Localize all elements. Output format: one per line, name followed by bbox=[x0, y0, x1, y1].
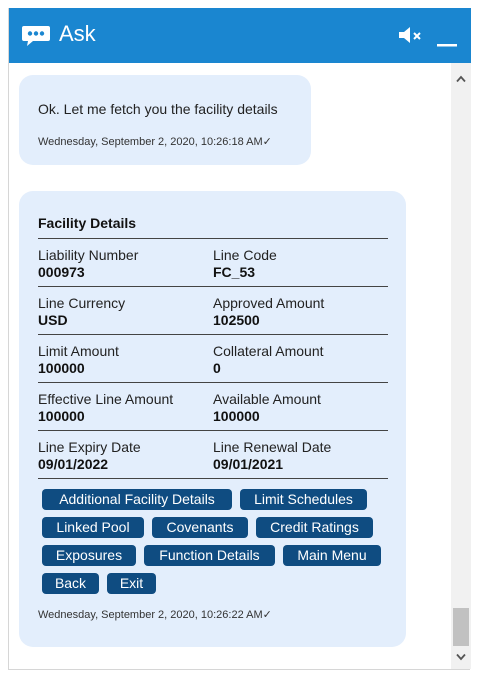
covenants-button[interactable]: Covenants bbox=[152, 517, 248, 538]
available-amount-label: Available Amount bbox=[213, 391, 321, 407]
message-timestamp: Wednesday, September 2, 2020, 10:26:18 A… bbox=[38, 136, 272, 148]
scrollbar-thumb[interactable] bbox=[453, 608, 469, 646]
divider bbox=[38, 286, 388, 287]
divider bbox=[38, 334, 388, 335]
credit-ratings-button[interactable]: Credit Ratings bbox=[256, 517, 373, 538]
function-details-button[interactable]: Function Details bbox=[144, 545, 275, 566]
effective-line-amount-value: 100000 bbox=[38, 408, 85, 424]
message-timestamp: Wednesday, September 2, 2020, 10:26:22 A… bbox=[38, 609, 272, 621]
chat-messages-area[interactable]: Ok. Let me fetch you the facility detail… bbox=[9, 63, 471, 669]
approved-amount-value: 102500 bbox=[213, 312, 260, 328]
chat-header: Ask bbox=[9, 8, 471, 63]
main-menu-button[interactable]: Main Menu bbox=[283, 545, 381, 566]
minimize-icon[interactable] bbox=[436, 22, 458, 48]
vertical-scrollbar[interactable] bbox=[451, 63, 471, 669]
facility-details-card: Facility Details Liability Number 000973… bbox=[19, 191, 406, 647]
chat-bubble-icon bbox=[22, 26, 50, 46]
divider bbox=[38, 382, 388, 383]
exit-button[interactable]: Exit bbox=[107, 573, 156, 594]
limit-schedules-button[interactable]: Limit Schedules bbox=[240, 489, 367, 510]
line-renewal-date-value: 09/01/2021 bbox=[213, 456, 284, 472]
liability-number-value: 000973 bbox=[38, 264, 85, 280]
divider bbox=[38, 430, 388, 431]
liability-number-label: Liability Number bbox=[38, 247, 139, 263]
approved-amount-label: Approved Amount bbox=[213, 295, 325, 311]
line-expiry-date-value: 09/01/2022 bbox=[38, 456, 109, 472]
speaker-mute-icon[interactable] bbox=[397, 24, 423, 46]
line-code-label: Line Code bbox=[213, 247, 277, 263]
collateral-amount-label: Collateral Amount bbox=[213, 343, 324, 359]
additional-facility-details-button[interactable]: Additional Facility Details bbox=[42, 489, 232, 510]
chat-title: Ask bbox=[59, 21, 96, 46]
limit-amount-value: 100000 bbox=[38, 360, 85, 376]
line-currency-value: USD bbox=[38, 312, 68, 328]
line-currency-label: Line Currency bbox=[38, 295, 126, 311]
collateral-amount-value: 0 bbox=[213, 360, 221, 376]
bot-message-text: Ok. Let me fetch you the facility detail… bbox=[38, 101, 278, 117]
back-button[interactable]: Back bbox=[42, 573, 99, 594]
divider bbox=[38, 478, 388, 479]
line-code-value: FC_53 bbox=[213, 264, 256, 280]
chevron-up-icon[interactable] bbox=[456, 75, 466, 83]
limit-amount-label: Limit Amount bbox=[38, 343, 119, 359]
linked-pool-button[interactable]: Linked Pool bbox=[42, 517, 144, 538]
chat-window: Ask Ok. Let me fetch you the facility de… bbox=[8, 8, 471, 670]
effective-line-amount-label: Effective Line Amount bbox=[38, 391, 174, 407]
divider bbox=[38, 238, 388, 239]
facility-details-title: Facility Details bbox=[38, 215, 137, 231]
exposures-button[interactable]: Exposures bbox=[42, 545, 136, 566]
line-expiry-date-label: Line Expiry Date bbox=[38, 439, 141, 455]
bot-message-bubble: Ok. Let me fetch you the facility detail… bbox=[19, 75, 311, 165]
chevron-down-icon[interactable] bbox=[456, 653, 466, 661]
available-amount-value: 100000 bbox=[213, 408, 260, 424]
line-renewal-date-label: Line Renewal Date bbox=[213, 439, 332, 455]
